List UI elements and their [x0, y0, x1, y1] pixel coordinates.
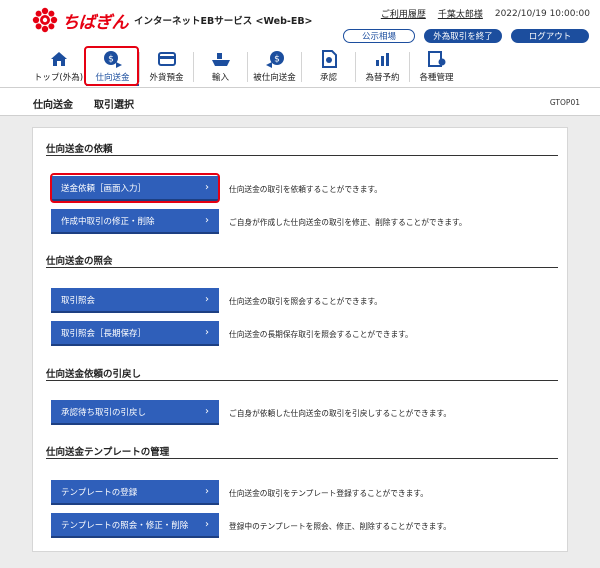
card-icon: [156, 49, 178, 69]
ship-icon: [210, 49, 232, 69]
nav-fx-contract[interactable]: 為替予約: [356, 46, 409, 86]
nav-label: 各種管理: [419, 73, 454, 83]
action-description: ご自身が依頼した仕向送金の取引を引戻しすることができます。: [229, 409, 452, 418]
section-divider: [46, 267, 558, 268]
nav-label: 被仕向送金: [253, 73, 296, 83]
service-name: インターネットEBサービス <Web-EB>: [134, 16, 313, 27]
nav-foreign-deposit[interactable]: 外貨預金: [140, 46, 193, 86]
nav-top-fx[interactable]: トップ(外為): [32, 46, 85, 86]
action-panel: 仕向送金の依頼 送金依頼［画面入力］ › 仕向送金の取引を依頼することができます…: [32, 127, 568, 552]
screen-code: GTOP01: [549, 98, 580, 107]
page-title: 仕向送金: [33, 100, 73, 111]
action-label: 承認待ち取引の引戻し: [61, 407, 147, 418]
nav-label: 為替予約: [365, 73, 400, 83]
manage-template-button[interactable]: テンプレートの照会・修正・削除 ›: [51, 513, 219, 538]
chevron-right-icon: ›: [205, 327, 209, 338]
nav-label: トップ(外為): [33, 73, 84, 83]
header-buttons: 公示相場 外為取引を終了 ログアウト: [343, 29, 589, 43]
logout-button[interactable]: ログアウト: [511, 29, 589, 43]
action-label: 取引照会: [61, 295, 96, 306]
chart-icon: [372, 49, 394, 69]
nav-label: 輸入: [211, 73, 229, 83]
nav-management[interactable]: 各種管理: [410, 46, 463, 86]
chevron-right-icon: ›: [205, 294, 209, 305]
usage-history-link[interactable]: ご利用履歴: [381, 7, 426, 20]
bank-logo-mark-icon: [32, 7, 58, 33]
approve-icon: [318, 49, 340, 69]
action-label: テンプレートの照会・修正・削除: [61, 520, 189, 531]
transaction-inquiry-button[interactable]: 取引照会 ›: [51, 288, 219, 313]
chevron-right-icon: ›: [205, 519, 209, 530]
recall-pending-button[interactable]: 承認待ち取引の引戻し ›: [51, 400, 219, 425]
settings-icon: [426, 49, 448, 69]
public-rates-button[interactable]: 公示相場: [343, 29, 415, 43]
current-datetime: 2022/10/19 10:00:00: [494, 8, 590, 19]
highlight-frame: [50, 173, 220, 203]
home-icon: [48, 49, 70, 69]
highlight-frame: [84, 46, 139, 86]
section-title: 仕向送金依頼の引戻し: [46, 369, 142, 380]
end-fx-button[interactable]: 外為取引を終了: [424, 29, 502, 43]
section-title: 仕向送金の依頼: [46, 144, 113, 155]
chevron-right-icon: ›: [205, 406, 209, 417]
bank-logo[interactable]: ちばぎん インターネットEBサービス <Web-EB>: [32, 7, 313, 33]
section-title: 仕向送金テンプレートの管理: [46, 447, 170, 458]
nav-import[interactable]: 輸入: [194, 46, 247, 86]
header: ちばぎん インターネットEBサービス <Web-EB> ご利用履歴 千葉太郎様 …: [0, 0, 600, 88]
action-description: 仕向送金の取引を依頼することができます。: [229, 185, 382, 194]
action-description: 登録中のテンプレートを照会、修正、削除することができます。: [229, 522, 451, 531]
register-template-button[interactable]: テンプレートの登録 ›: [51, 480, 219, 505]
section-divider: [46, 380, 558, 381]
action-description: ご自身が作成した仕向送金の取引を修正、削除することができます。: [229, 218, 467, 227]
user-name-link[interactable]: 千葉太郎様: [438, 7, 483, 20]
nav-label: 外貨預金: [149, 73, 184, 83]
section-title: 仕向送金の照会: [46, 256, 113, 267]
chevron-right-icon: ›: [205, 215, 209, 226]
svg-text:$: $: [274, 55, 280, 65]
page-title-bar: 仕向送金 取引選択 GTOP01: [0, 88, 600, 116]
action-description: 仕向送金の取引をテンプレート登録することができます。: [229, 489, 428, 498]
nav-inward-remittance[interactable]: $ 被仕向送金: [248, 46, 301, 86]
page-subtitle: 取引選択: [94, 100, 134, 111]
action-label: テンプレートの登録: [61, 487, 138, 498]
nav-approval[interactable]: 承認: [302, 46, 355, 86]
receive-icon: $: [264, 49, 286, 69]
header-links: ご利用履歴 千葉太郎様 2022/10/19 10:00:00: [381, 7, 590, 21]
chevron-right-icon: ›: [205, 486, 209, 497]
nav-label: 承認: [319, 73, 337, 83]
action-description: 仕向送金の取引を照会することができます。: [229, 297, 382, 306]
action-label: 作成中取引の修正・削除: [61, 216, 155, 227]
action-description: 仕向送金の長期保存取引を照会することができます。: [229, 330, 413, 339]
bank-name: ちばぎん: [62, 12, 129, 33]
section-divider: [46, 155, 558, 156]
section-divider: [46, 458, 558, 459]
edit-draft-button[interactable]: 作成中取引の修正・削除 ›: [51, 209, 219, 234]
archive-inquiry-button[interactable]: 取引照会［長期保存］ ›: [51, 321, 219, 346]
action-label: 取引照会［長期保存］: [61, 328, 147, 339]
